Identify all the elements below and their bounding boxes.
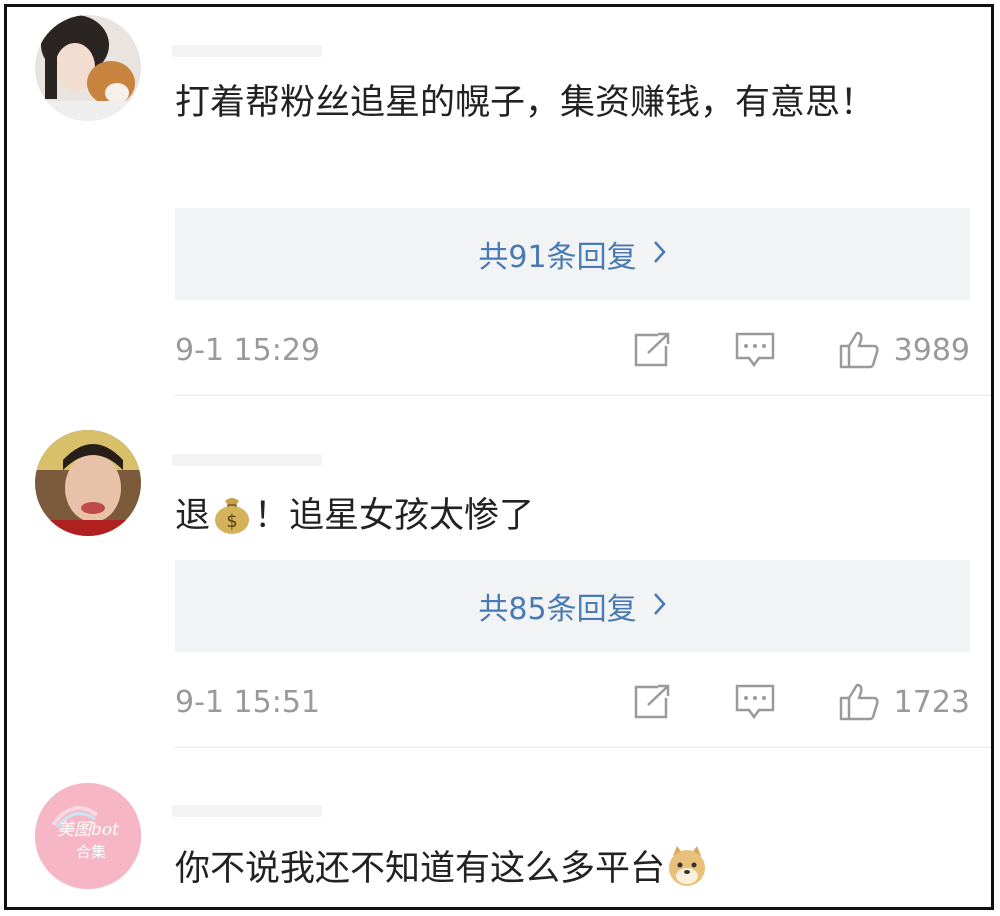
replies-label: 共91条回复 xyxy=(478,240,637,275)
comment-meta: 9-1 15:29 3989 xyxy=(175,325,970,375)
svg-text:$: $ xyxy=(226,511,237,532)
view-replies-button[interactable]: 共91条回复 xyxy=(175,208,970,300)
username[interactable] xyxy=(172,45,322,57)
avatar-label-line2: 合集 xyxy=(76,843,106,861)
like-count: 1723 xyxy=(893,684,970,720)
replies-label: 共85条回复 xyxy=(478,592,637,627)
comment-text: 你不说我还不知道有这么多平台 xyxy=(175,838,905,907)
comment-icon xyxy=(735,332,774,368)
share-button[interactable] xyxy=(632,684,672,720)
comment-text: 退 $ ！追星女孩太惨了 xyxy=(175,485,905,555)
avatar[interactable]: 美图bot 合集 xyxy=(35,783,141,889)
username[interactable] xyxy=(172,805,322,817)
avatar[interactable] xyxy=(35,15,141,121)
thumbs-up-icon xyxy=(839,683,879,721)
username[interactable] xyxy=(172,454,322,466)
timestamp: 9-1 15:51 xyxy=(175,684,320,720)
comment-icon xyxy=(735,684,774,720)
view-replies-button[interactable]: 共85条回复 xyxy=(175,560,970,652)
share-icon xyxy=(634,332,669,367)
avatar-label-line1: 美图bot xyxy=(57,820,119,840)
doge-emoji xyxy=(665,844,709,907)
like-count: 3989 xyxy=(893,332,970,368)
share-button[interactable] xyxy=(632,332,672,368)
share-icon xyxy=(634,684,669,719)
thumbs-up-icon xyxy=(839,331,879,369)
comment-text: 打着帮粉丝追星的幌子，集资赚钱，有意思！ xyxy=(175,83,876,123)
comment-list: 打着帮粉丝追星的幌子，集资赚钱，有意思！ 共91条回复 9-1 15:29 39… xyxy=(4,4,994,910)
avatar[interactable] xyxy=(35,430,141,536)
reply-button[interactable] xyxy=(734,331,776,369)
comment-meta: 9-1 15:51 1723 xyxy=(175,677,970,727)
timestamp: 9-1 15:29 xyxy=(175,332,320,368)
chevron-right-icon xyxy=(653,590,667,623)
chevron-right-icon xyxy=(653,238,667,271)
like-button[interactable]: 3989 xyxy=(838,330,970,370)
like-button[interactable]: 1723 xyxy=(838,682,970,722)
reply-button[interactable] xyxy=(734,683,776,721)
divider xyxy=(175,395,991,396)
divider xyxy=(175,747,991,748)
money-bag-emoji: $ xyxy=(210,491,254,555)
